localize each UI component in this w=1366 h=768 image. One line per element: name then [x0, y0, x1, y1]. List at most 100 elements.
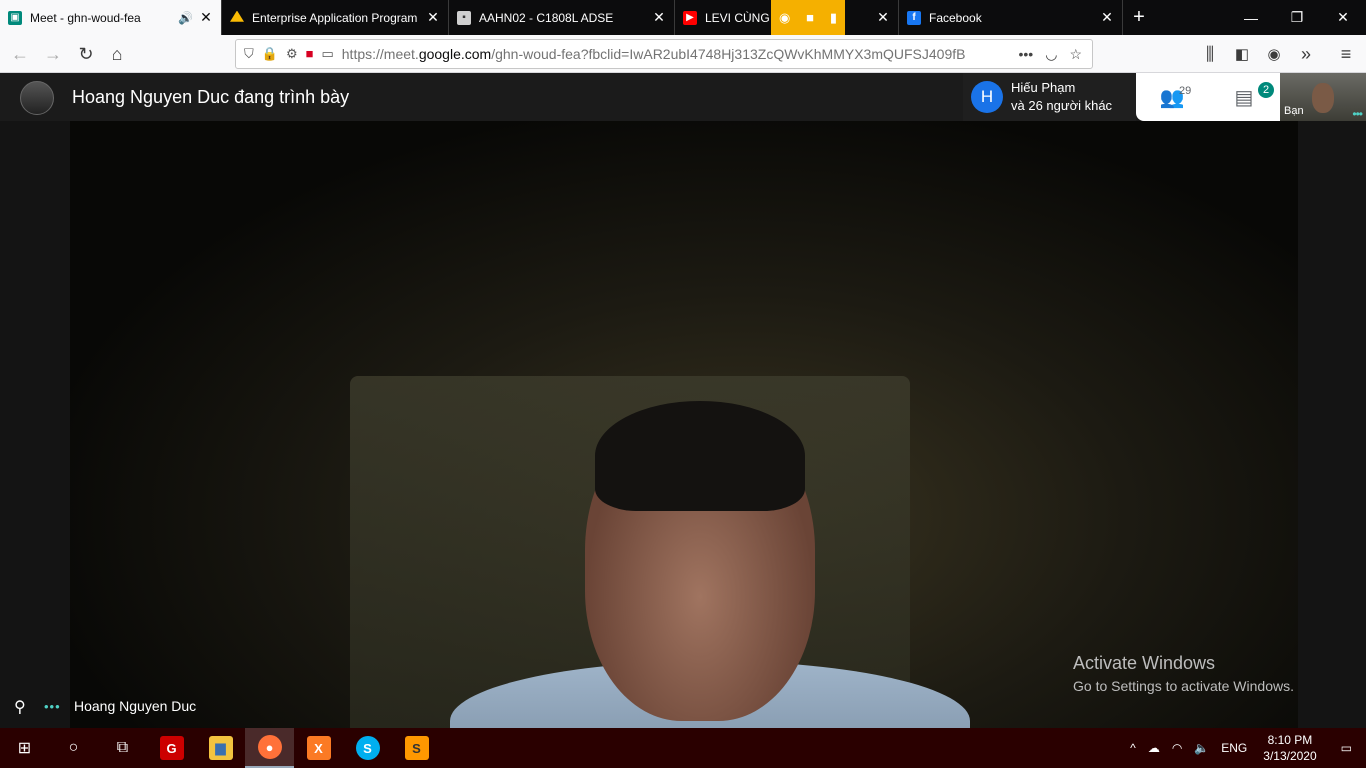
- pocket-icon[interactable]: ◡: [1045, 46, 1057, 63]
- meet-side-controls: 👥 29 ▤ 2: [1136, 73, 1280, 121]
- volume-icon[interactable]: 🔈: [1188, 741, 1215, 755]
- speaker-icon[interactable]: 🔊: [178, 11, 193, 25]
- tab-title: Meet - ghn-woud-fea: [30, 10, 141, 25]
- people-count: 29: [1179, 85, 1192, 97]
- new-tab-button[interactable]: +: [1123, 0, 1155, 35]
- language-indicator[interactable]: ENG: [1215, 741, 1253, 755]
- onedrive-icon[interactable]: ☁: [1142, 741, 1166, 755]
- tab-title: Enterprise Application Program: [252, 10, 418, 25]
- browser-tab-bar: ▣ Meet - ghn-woud-fea 🔊 ✕ Enterprise App…: [0, 0, 1366, 35]
- permissions-icon[interactable]: ⚙: [286, 46, 298, 62]
- speaking-indicator-icon: •••: [44, 699, 61, 714]
- close-tab-icon[interactable]: ✕: [426, 9, 440, 26]
- shield-icon[interactable]: ⛉: [244, 46, 254, 62]
- file-explorer-icon: ▆: [208, 736, 233, 760]
- close-tab-icon[interactable]: ✕: [652, 9, 666, 26]
- windows-taskbar: ⊞ ○ ⧉ G ▆ ● X S S ^ ☁ ◠ 🔈 ENG 8:10 PM 3/…: [0, 728, 1366, 768]
- forward-button[interactable]: →: [39, 40, 67, 68]
- home-button[interactable]: ⌂: [103, 40, 131, 68]
- youtube-icon: ▶: [683, 10, 697, 25]
- presenter-hair: [595, 401, 805, 511]
- meet-top-bar: Hoang Nguyen Duc đang trình bày H Hiếu P…: [0, 73, 1366, 121]
- back-button[interactable]: ←: [6, 40, 34, 68]
- presenter-video: [70, 121, 1298, 728]
- tab-facebook[interactable]: f Facebook ✕: [899, 0, 1123, 35]
- self-label: Bạn: [1284, 105, 1304, 117]
- sidebar-icon[interactable]: ◧: [1228, 40, 1256, 68]
- facebook-icon: f: [907, 10, 921, 25]
- firefox-icon: ◉: [778, 9, 791, 25]
- sublime-icon: S: [404, 736, 429, 760]
- participants-summary[interactable]: H Hiếu Phạm và 26 người khác: [963, 73, 1136, 121]
- participant-avatar: H: [971, 81, 1003, 113]
- notifications-icon[interactable]: ▭: [1327, 741, 1366, 755]
- self-video-tile[interactable]: Bạn •••: [1280, 73, 1366, 121]
- library-icon[interactable]: ⫼: [1196, 40, 1224, 68]
- garena-icon: G: [159, 736, 184, 760]
- close-tab-icon[interactable]: ✕: [876, 9, 890, 26]
- pin-icon[interactable]: ⚲: [14, 697, 26, 717]
- chat-icon: ▤: [1234, 86, 1254, 109]
- meet-icon: ▣: [8, 10, 22, 25]
- navigation-bar: ← → ↻ ⌂ ⛉ 🔒 ⚙ ■ ▭ https://meet.google.co…: [0, 35, 1366, 73]
- url-domain: google.com: [418, 46, 492, 62]
- bookmark-star-icon[interactable]: ☆: [1069, 46, 1082, 63]
- tab-title: Facebook: [929, 10, 982, 25]
- notification-icon[interactable]: ▭: [321, 46, 333, 62]
- tab-aahn02[interactable]: ▪ AAHN02 - C1808L ADSE ✕: [449, 0, 675, 35]
- taskbar-app-explorer[interactable]: ▆: [196, 728, 245, 768]
- system-tray: ^ ☁ ◠ 🔈 ENG 8:10 PM 3/13/2020 ▭: [1124, 728, 1366, 768]
- camera-sharing-icon[interactable]: ■: [306, 46, 314, 62]
- taskbar-app-sublime[interactable]: S: [392, 728, 441, 768]
- close-tab-icon[interactable]: ✕: [1100, 9, 1114, 26]
- speaking-dots-icon: •••: [1352, 107, 1363, 121]
- chevron-up-icon[interactable]: ^: [1124, 741, 1142, 755]
- tab-meet[interactable]: ▣ Meet - ghn-woud-fea 🔊 ✕: [0, 0, 222, 35]
- reload-button[interactable]: ↻: [72, 40, 100, 68]
- drive-icon: [230, 10, 244, 22]
- restore-button[interactable]: ❐: [1274, 0, 1320, 35]
- tab-enterprise[interactable]: Enterprise Application Program ✕: [222, 0, 449, 35]
- start-button[interactable]: ⊞: [0, 728, 49, 768]
- activate-title: Activate Windows: [1073, 653, 1216, 673]
- minimize-button[interactable]: —: [1228, 0, 1274, 35]
- self-face: [1312, 83, 1334, 113]
- page-actions-icon[interactable]: •••: [1019, 46, 1034, 63]
- taskbar-app-garena[interactable]: G: [147, 728, 196, 768]
- search-button[interactable]: ○: [49, 728, 98, 768]
- firefox-icon: ●: [257, 735, 282, 759]
- task-view-button[interactable]: ⧉: [98, 728, 147, 768]
- url-rest: /ghn-woud-fea?fbclid=IwAR2ubI4748Hj313Zc…: [491, 46, 966, 62]
- participant-name: Hiếu Phạm: [1011, 80, 1076, 95]
- overflow-icon[interactable]: »: [1292, 40, 1320, 68]
- taskbar-app-firefox[interactable]: ●: [245, 728, 294, 768]
- url-prefix: https://meet.: [341, 46, 419, 62]
- lock-icon[interactable]: 🔒: [262, 46, 278, 62]
- taskbar-app-xampp[interactable]: X: [294, 728, 343, 768]
- close-tab-icon[interactable]: ✕: [199, 9, 213, 26]
- people-button[interactable]: 👥 29: [1136, 73, 1208, 121]
- xampp-icon: X: [306, 736, 331, 760]
- url-bar[interactable]: ⛉ 🔒 ⚙ ■ ▭ https://meet.google.com/ghn-wo…: [235, 39, 1093, 69]
- classroom-icon: ▪: [457, 10, 471, 25]
- tab-levi[interactable]: ▶ LEVI CÙNG D... NHA ✕ ◉ ■ ▮: [675, 0, 899, 35]
- activate-windows-watermark: Activate Windows Go to Settings to activ…: [1073, 653, 1294, 694]
- close-window-button[interactable]: ✕: [1320, 0, 1366, 35]
- clock[interactable]: 8:10 PM 3/13/2020: [1253, 732, 1326, 764]
- presenting-title: Hoang Nguyen Duc đang trình bày: [72, 87, 350, 107]
- tab-title: AAHN02 - C1808L ADSE: [479, 10, 614, 25]
- sharing-indicator[interactable]: ◉ ■ ▮: [771, 0, 845, 35]
- chat-button[interactable]: ▤ 2: [1208, 73, 1280, 121]
- chat-badge: 2: [1258, 82, 1274, 98]
- menu-icon[interactable]: ≡: [1332, 40, 1360, 68]
- skype-icon: S: [355, 736, 380, 760]
- wifi-icon[interactable]: ◠: [1166, 741, 1188, 755]
- speaker-name: Hoang Nguyen Duc: [74, 698, 197, 714]
- participant-others: và 26 người khác: [1011, 98, 1113, 113]
- clock-date: 3/13/2020: [1263, 749, 1317, 763]
- microphone-icon: ▮: [829, 9, 838, 25]
- account-icon[interactable]: ◉: [1260, 40, 1288, 68]
- activate-subtitle: Go to Settings to activate Windows.: [1073, 678, 1294, 694]
- taskbar-app-skype[interactable]: S: [343, 728, 392, 768]
- url-text[interactable]: https://meet.google.com/ghn-woud-fea?fbc…: [342, 46, 1009, 62]
